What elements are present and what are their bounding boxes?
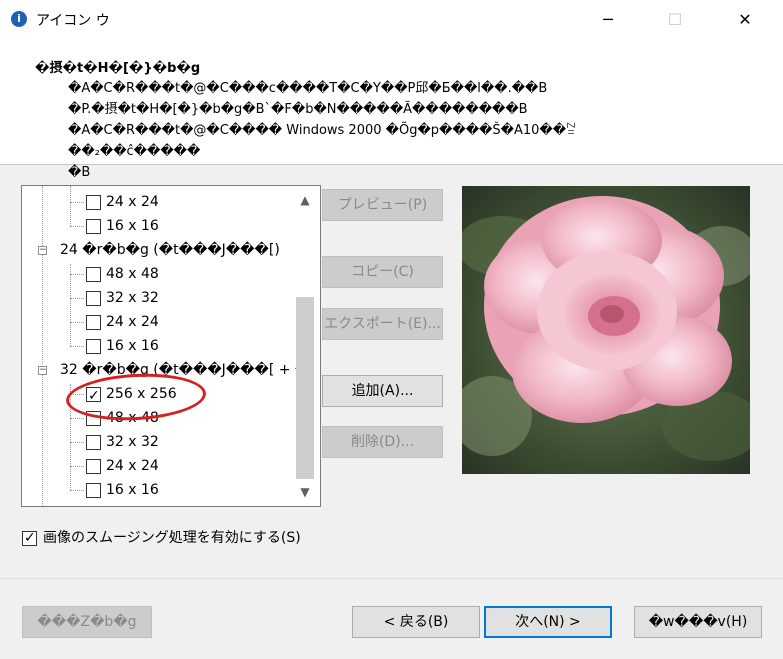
tree-item-label: 16 x 16 bbox=[106, 338, 159, 354]
info-icon: i bbox=[11, 11, 27, 27]
tree-guide-line bbox=[70, 418, 84, 419]
tree-guide-line bbox=[42, 374, 43, 506]
help-button[interactable]: �w���v(H) bbox=[634, 606, 762, 638]
tree-item[interactable]: 24 x 24 bbox=[70, 190, 310, 214]
maximize-button[interactable]: ☐ bbox=[652, 0, 698, 40]
tree-guide-line bbox=[70, 226, 84, 227]
preview-button[interactable]: プレビュー(P) bbox=[322, 189, 443, 221]
tree-item-checkbox[interactable] bbox=[86, 459, 101, 474]
minimize-button[interactable]: ─ bbox=[585, 0, 631, 40]
copy-button[interactable]: コピー(C) bbox=[322, 256, 443, 288]
tree-item-label: 24 x 24 bbox=[106, 194, 159, 210]
scroll-down-icon[interactable]: ▼ bbox=[291, 481, 319, 503]
icon-format-tree[interactable]: 24 x 24 16 x 16 − 24 �r�b�g (�t���J���[)… bbox=[21, 185, 321, 507]
tree-item-label: 24 x 24 bbox=[106, 314, 159, 330]
collapse-icon[interactable]: − bbox=[38, 246, 47, 255]
tree-guide-line bbox=[70, 298, 84, 299]
tree-item-checkbox[interactable] bbox=[86, 435, 101, 450]
tree-item-checkbox[interactable] bbox=[86, 339, 101, 354]
delete-button[interactable]: 削除(D)... bbox=[322, 426, 443, 458]
title-bar: i アイコン ウ ─ ☐ ✕ bbox=[0, 0, 783, 40]
tree-item[interactable]: 24 x 24 bbox=[70, 310, 310, 334]
tree-guide-line bbox=[70, 466, 84, 467]
tree-group[interactable]: − 24 �r�b�g (�t���J���[) bbox=[36, 238, 310, 262]
tree-item-label: 48 x 48 bbox=[106, 266, 159, 282]
tree-guide-line bbox=[70, 322, 84, 323]
tree-item[interactable]: 32 x 32 bbox=[70, 286, 310, 310]
tree-item-label: 16 x 16 bbox=[106, 482, 159, 498]
tree-item[interactable]: 24 x 24 bbox=[70, 454, 310, 478]
tree-item-checkbox[interactable] bbox=[86, 291, 101, 306]
tree-item-checkbox[interactable] bbox=[86, 195, 101, 210]
tree-guide-line bbox=[70, 442, 84, 443]
tree-item[interactable]: 16 x 16 bbox=[70, 478, 310, 502]
collapse-icon[interactable]: − bbox=[38, 366, 47, 375]
tree-guide-line bbox=[70, 490, 84, 491]
tree-scrollbar[interactable]: ▲ ▼ bbox=[291, 185, 319, 505]
tree-item-label: 32 x 32 bbox=[106, 434, 159, 450]
footer-divider bbox=[0, 578, 783, 579]
header-description: �A�C�R���t�@�C���c����T�C�Y��P邱�Б��l��.�… bbox=[68, 81, 577, 180]
close-button[interactable]: ✕ bbox=[722, 0, 768, 40]
tree-item[interactable]: 32 x 32 bbox=[70, 430, 310, 454]
scroll-thumb[interactable] bbox=[296, 297, 314, 479]
back-button[interactable]: < 戻る(B) bbox=[352, 606, 480, 638]
tree-guide-line bbox=[42, 186, 43, 246]
wizard-header: �摂�t�H�[�}�b�g �A�C�R���t�@�C���c����T�C… bbox=[0, 40, 783, 180]
smoothing-label: 画像のスムージング処理を有効にする(S) bbox=[43, 530, 301, 546]
icon-preview-image bbox=[462, 186, 750, 474]
tree-item[interactable]: 16 x 16 bbox=[70, 334, 310, 358]
tree-guide-line bbox=[42, 254, 43, 364]
scroll-up-icon[interactable]: ▲ bbox=[291, 189, 319, 211]
tree-item-checkbox[interactable] bbox=[86, 219, 101, 234]
tree-guide-line bbox=[70, 346, 84, 347]
tree-item-checkbox[interactable] bbox=[86, 267, 101, 282]
tree-guide-line bbox=[70, 274, 84, 275]
tree-item-checkbox[interactable] bbox=[86, 315, 101, 330]
tree-item-label: 16 x 16 bbox=[106, 218, 159, 234]
tree-group-label: 24 �r�b�g (�t���J���[) bbox=[60, 242, 280, 258]
window-title: アイコン ウ bbox=[36, 13, 110, 29]
tree-item-label: 32 x 32 bbox=[106, 290, 159, 306]
tree-item[interactable]: 48 x 48 bbox=[70, 262, 310, 286]
smoothing-checkbox[interactable] bbox=[22, 528, 37, 548]
next-button[interactable]: 次へ(N) > bbox=[484, 606, 612, 638]
tree-item-label: 24 x 24 bbox=[106, 458, 159, 474]
add-button[interactable]: 追加(A)... bbox=[322, 375, 443, 407]
header-title: �摂�t�H�[�}�b�g bbox=[35, 61, 201, 76]
tree-item[interactable]: 16 x 16 bbox=[70, 214, 310, 238]
export-button[interactable]: エクスポート(E)... bbox=[322, 308, 443, 340]
tree-guide-line bbox=[70, 202, 84, 203]
cancel-button[interactable]: ���Z�b�g bbox=[22, 606, 152, 638]
tree-item-checkbox[interactable] bbox=[86, 483, 101, 498]
